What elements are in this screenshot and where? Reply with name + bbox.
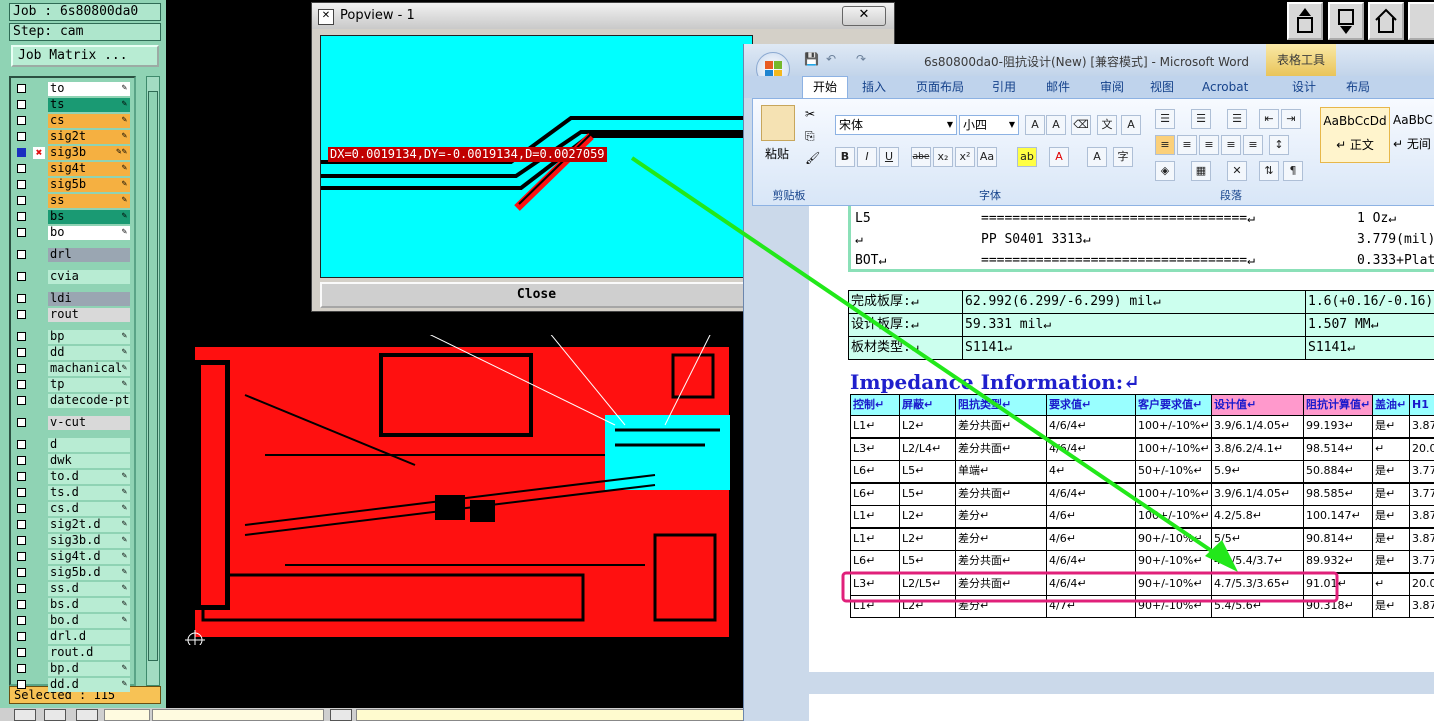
annotation-overlay	[630, 156, 1339, 603]
arrow-head-icon	[1205, 540, 1238, 572]
annotation-arrow	[630, 156, 1224, 560]
highlight-box	[841, 571, 1339, 603]
